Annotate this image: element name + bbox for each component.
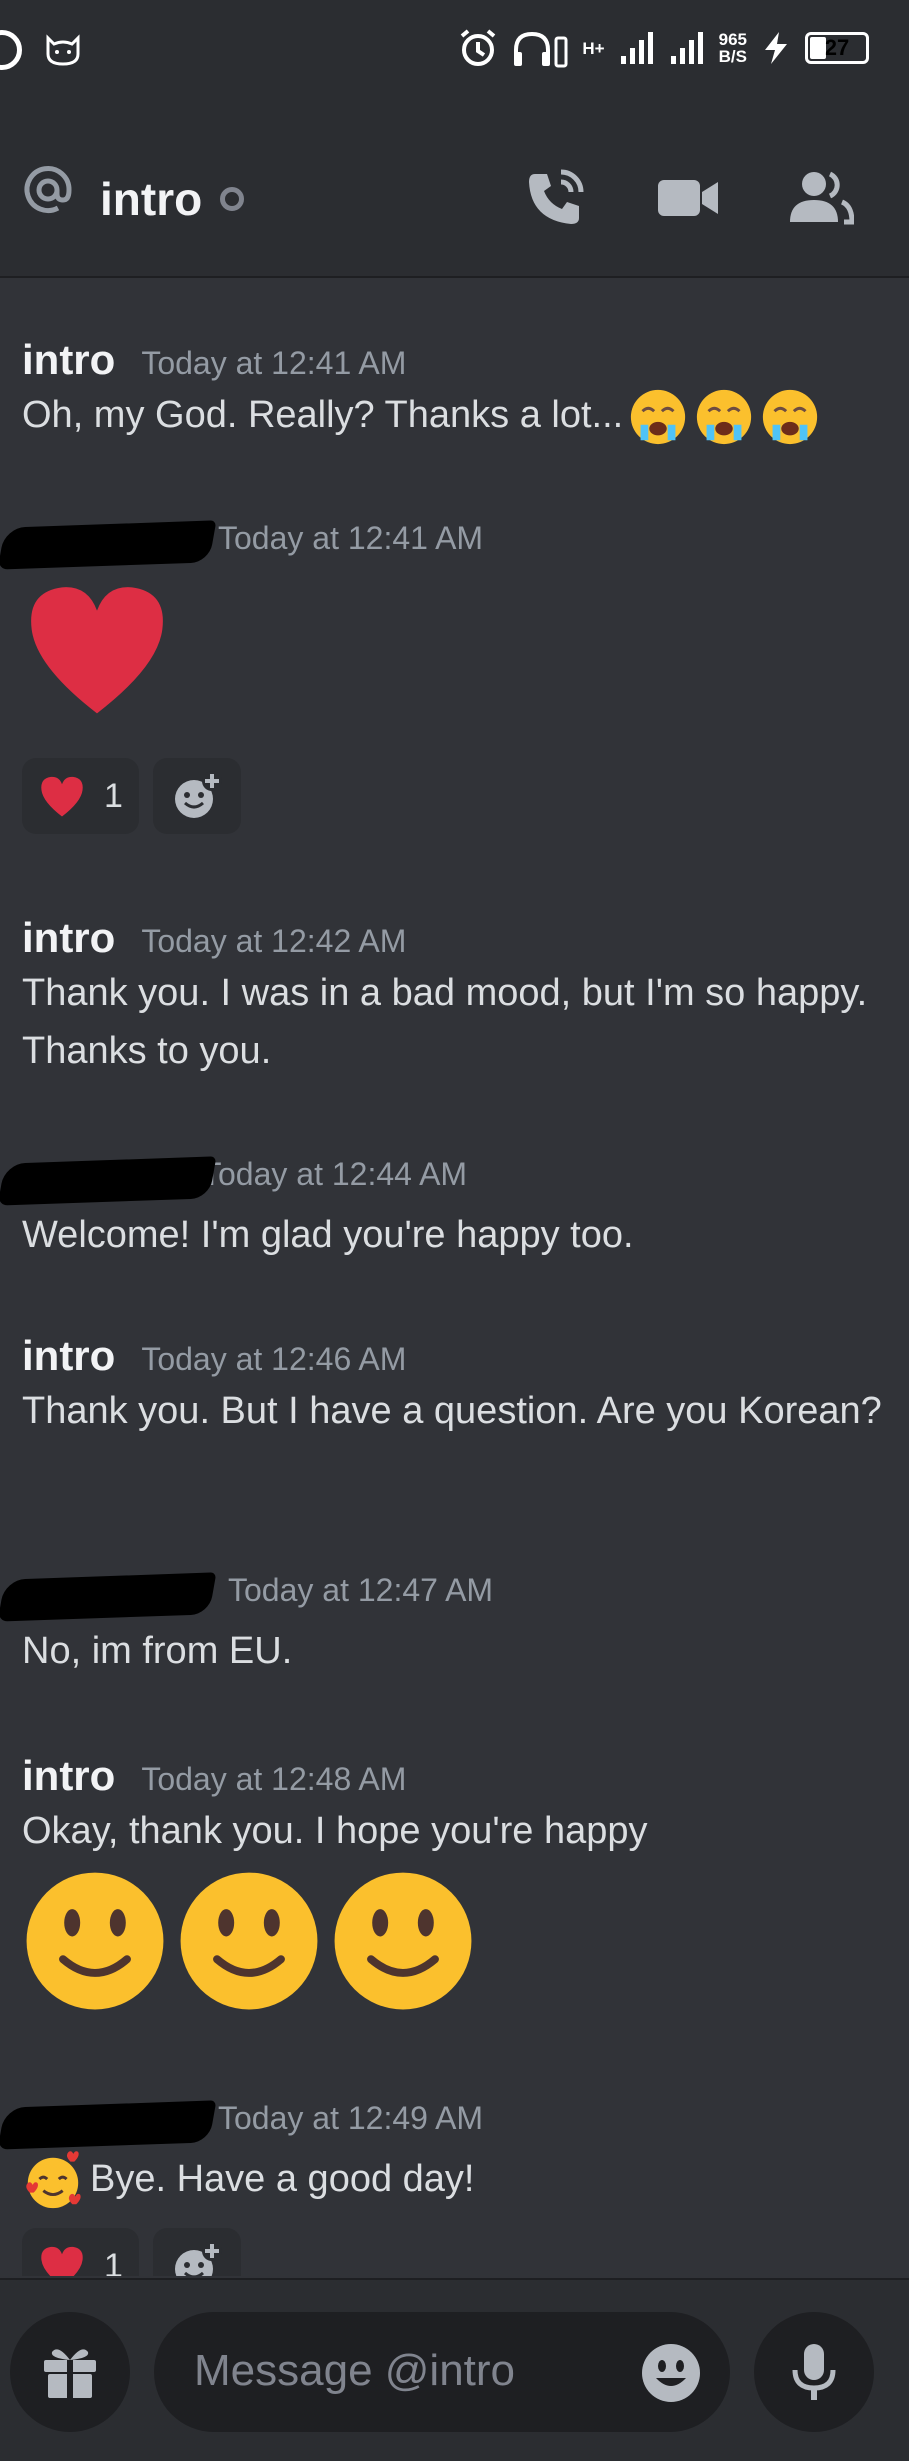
add-reaction-icon (174, 771, 222, 818)
message: Today at 12:49 AM Bye. Have a good day! … (0, 2100, 882, 2276)
timestamp: Today at 12:41 AM (218, 520, 484, 556)
member-list-button[interactable] (780, 158, 860, 238)
people-icon (790, 171, 854, 225)
add-reaction-button[interactable] (152, 758, 241, 834)
timestamp: Today at 12:42 AM (141, 923, 407, 959)
red-heart-icon (41, 2246, 83, 2276)
timestamp: Today at 12:44 AM (202, 1156, 468, 1192)
author-name[interactable]: intro (22, 1752, 115, 1800)
video-call-button[interactable] (648, 158, 728, 238)
circle-notification-icon (0, 30, 22, 70)
author-name[interactable]: intro (22, 1332, 115, 1380)
net-speed: 965 B/S (718, 30, 747, 66)
message: intro Today at 12:48 AM Okay, thank you.… (22, 1752, 882, 2014)
redacted-author-name (0, 2100, 217, 2150)
redacted-author-name (0, 1156, 217, 1206)
message-list[interactable]: intro Today at 12:41 AM Oh, my God. Real… (0, 278, 909, 2276)
red-heart-icon (41, 776, 83, 817)
loudly-crying-face-icon (763, 389, 818, 445)
voice-message-button[interactable] (754, 2312, 874, 2432)
signal-icon-1 (620, 32, 653, 64)
gift-button[interactable] (10, 2312, 130, 2432)
message-text: Oh, my God. Really? Thanks a lot... (22, 386, 882, 448)
redacted-author-name (0, 1572, 217, 1622)
reaction-heart-button[interactable]: 1 (22, 758, 139, 834)
voice-call-button[interactable] (515, 158, 595, 238)
microphone-icon (792, 2344, 836, 2400)
timestamp: Today at 12:46 AM (141, 1341, 407, 1377)
timestamp: Today at 12:47 AM (228, 1572, 494, 1608)
add-reaction-button[interactable] (152, 2228, 241, 2276)
slightly-smiling-face-icon (26, 1872, 164, 2010)
reaction-heart-button[interactable]: 1 (22, 2228, 139, 2276)
charging-bolt-icon (765, 32, 787, 64)
loudly-crying-face-icon (697, 389, 752, 445)
reaction-count: 1 (104, 776, 123, 815)
channel-name[interactable]: intro (100, 172, 202, 226)
message-text: Thank you. I was in a bad mood, but I'm … (22, 972, 878, 1072)
message-text: Thank you. But I have a question. Are yo… (22, 1390, 882, 1432)
add-reaction-icon (174, 2241, 222, 2276)
message-text: No, im from EU. (22, 1630, 293, 1672)
status-bar: H+ 965 B/S 27 (0, 0, 909, 108)
message-text: Bye. Have a good day! (22, 2150, 882, 2212)
slightly-smiling-face-icon (180, 1872, 318, 2010)
redacted-author-name (0, 520, 217, 570)
cat-app-icon (46, 34, 80, 66)
red-heart-icon (31, 587, 163, 714)
message: intro Today at 12:41 AM Oh, my God. Real… (22, 336, 882, 448)
timestamp: Today at 12:48 AM (141, 1761, 407, 1797)
message-input[interactable]: Message @intro (154, 2312, 730, 2432)
message: intro Today at 12:46 AM Thank you. But I… (22, 1332, 882, 1440)
message-text: Welcome! I'm glad you're happy too. (22, 1214, 634, 1256)
message: Today at 12:44 AM Welcome! I'm glad you'… (0, 1156, 882, 1264)
timestamp: Today at 12:49 AM (218, 2100, 484, 2136)
author-name[interactable]: intro (22, 336, 115, 384)
loudly-crying-face-icon (631, 389, 686, 445)
message-placeholder: Message @intro (194, 2346, 516, 2395)
alarm-icon (461, 29, 496, 66)
battery-indicator: 27 (805, 32, 869, 64)
slightly-smiling-face-icon (334, 1872, 472, 2010)
reaction-count: 1 (104, 2246, 123, 2277)
headphones-vibrate-icon (514, 31, 568, 68)
timestamp: Today at 12:41 AM (141, 345, 407, 381)
message: Today at 12:47 AM No, im from EU. (0, 1572, 882, 1680)
author-name[interactable]: intro (22, 914, 115, 962)
message-composer: Message @intro (0, 2278, 909, 2461)
gift-icon (44, 2349, 96, 2398)
phone-call-icon (529, 169, 584, 224)
emoji-picker-icon[interactable] (640, 2342, 702, 2404)
message: intro Today at 12:42 AM Thank you. I was… (22, 914, 882, 1080)
message: Today at 12:41 AM 1 (0, 520, 882, 834)
network-type: H+ (582, 38, 605, 58)
message-text: Okay, thank you. I hope you're happy (22, 1810, 648, 1852)
video-camera-icon (658, 180, 718, 216)
signal-icon-2 (670, 32, 703, 64)
smiling-face-with-hearts-icon (26, 2151, 81, 2209)
at-sign-icon (24, 166, 72, 214)
channel-header: intro (0, 108, 909, 278)
offline-status-indicator (220, 187, 244, 211)
